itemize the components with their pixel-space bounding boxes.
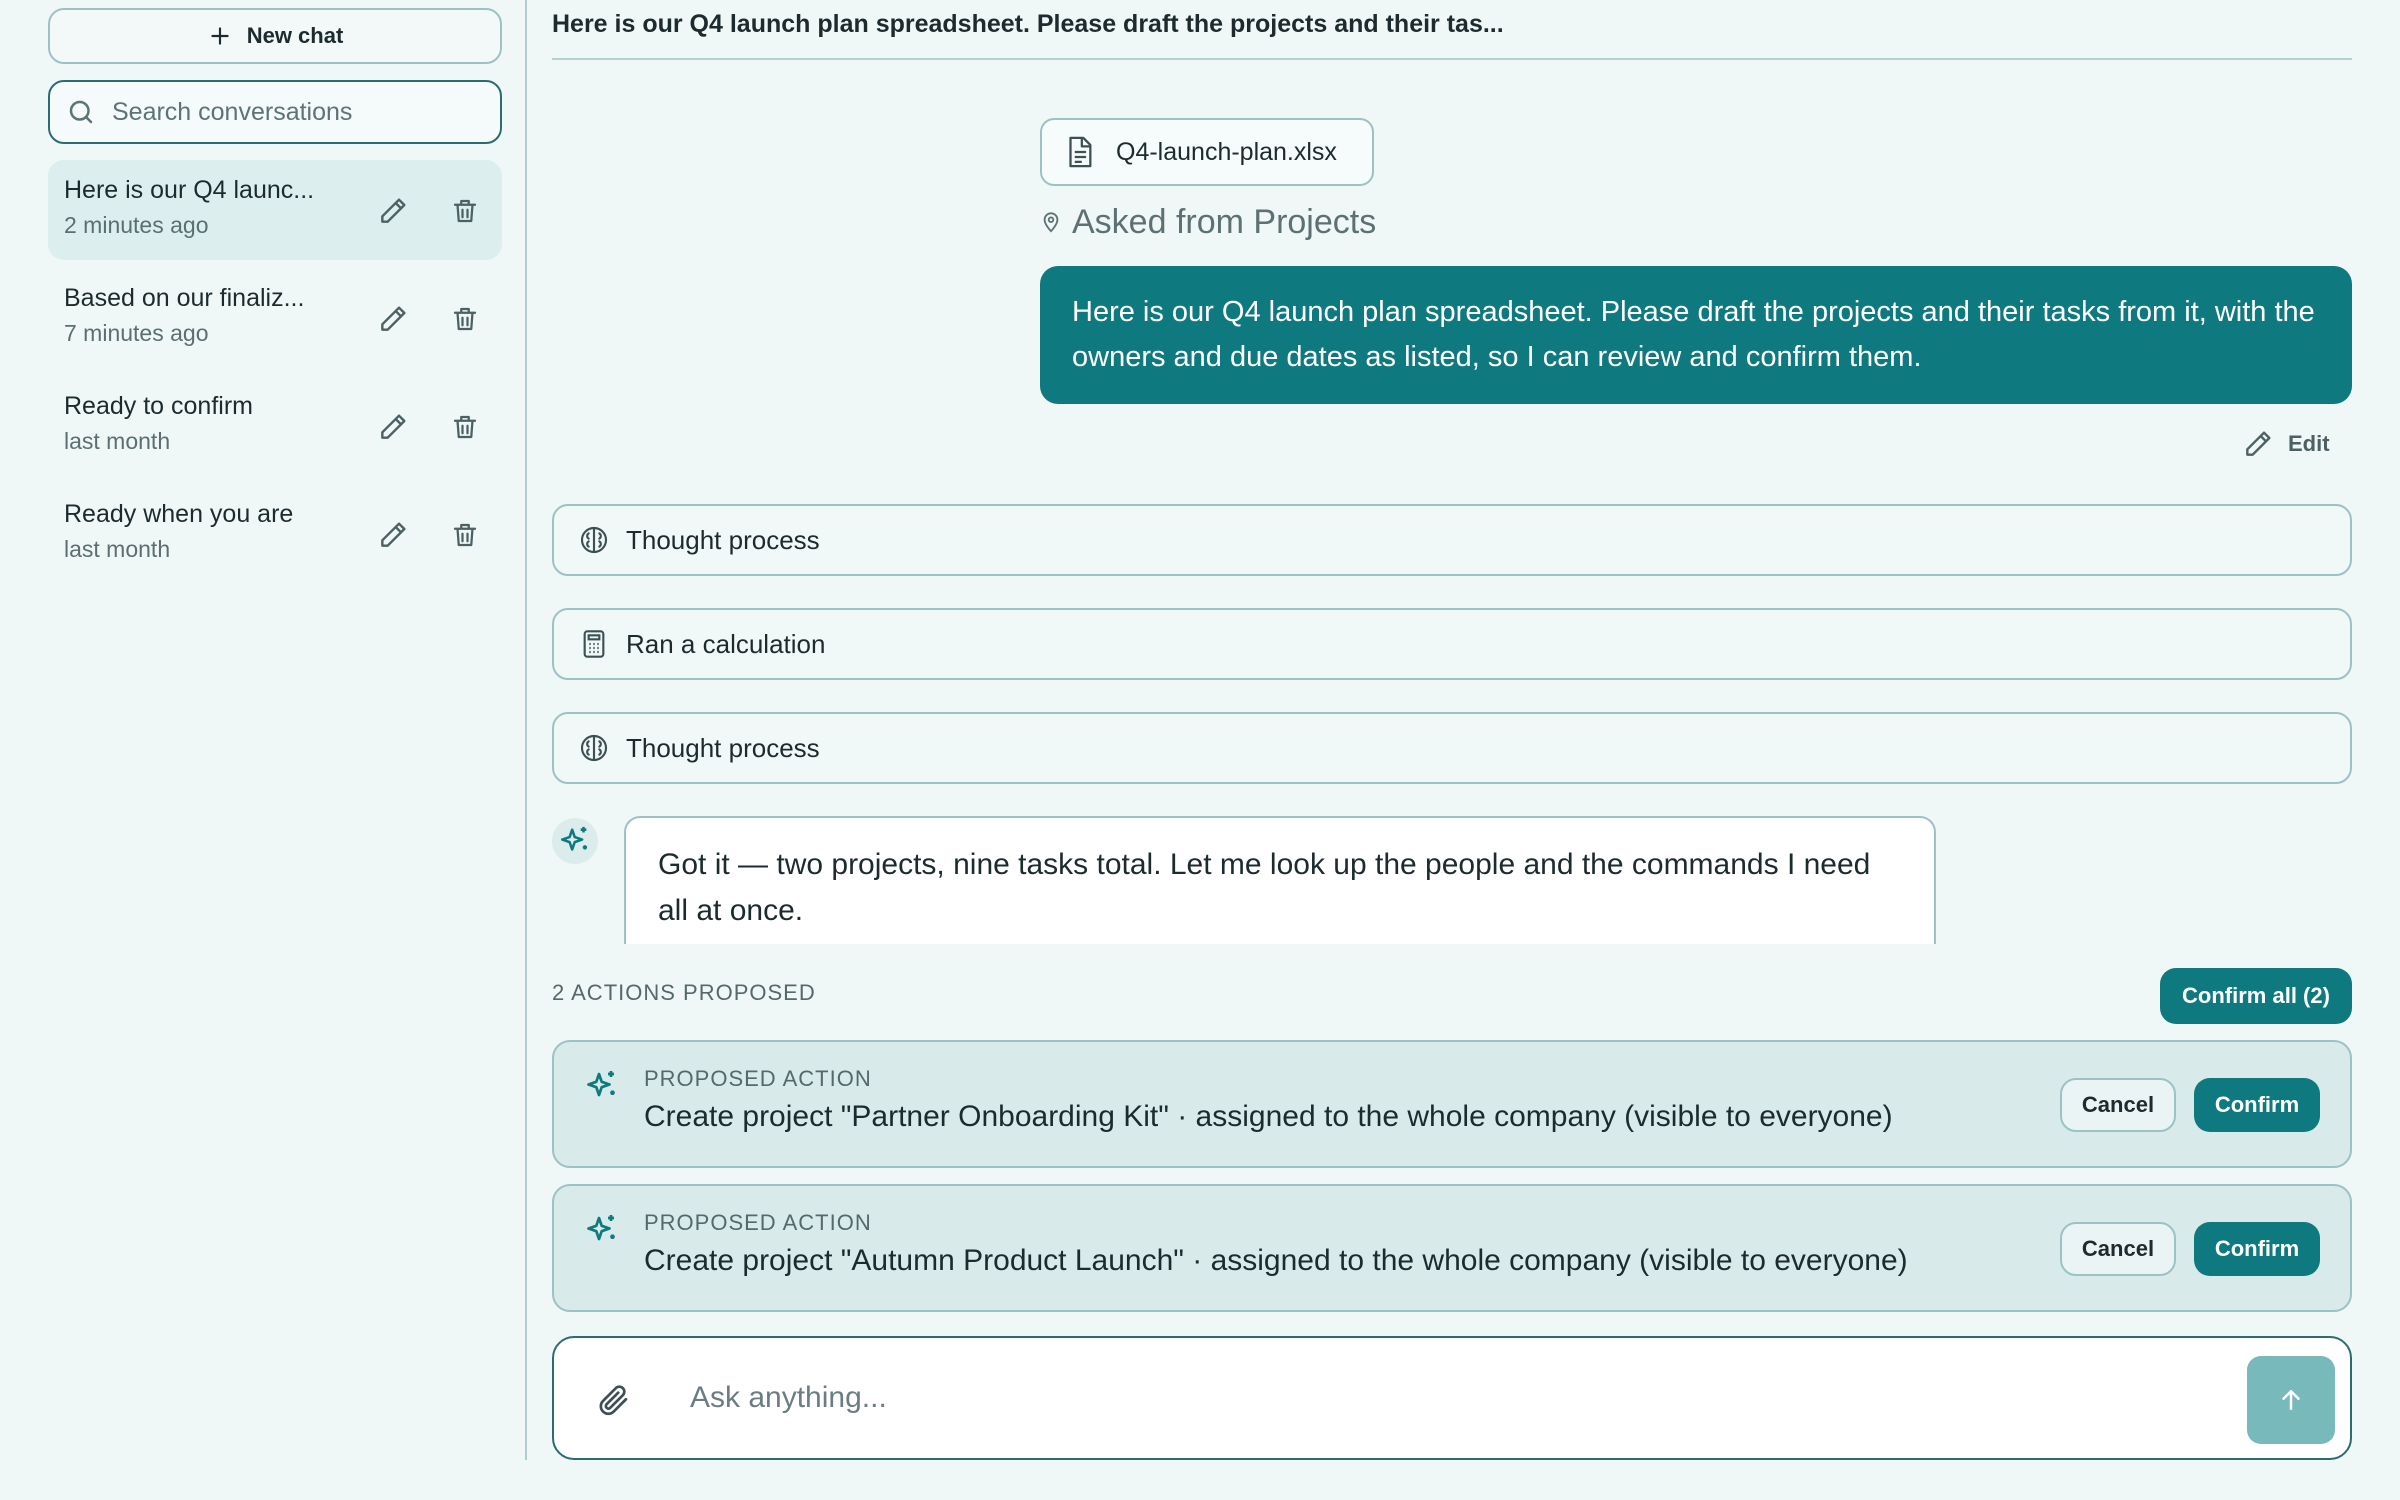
action-kicker: PROPOSED ACTION: [644, 1066, 872, 1091]
sidebar: New chat Here is our Q4 launc... 2 minut…: [0, 0, 527, 1460]
conversation-list: Here is our Q4 launc... 2 minutes ago Ba…: [48, 160, 502, 592]
chat-title: Here is our Q4 launch plan spreadsheet. …: [552, 8, 2352, 60]
conversation-title: Here is our Q4 launc...: [64, 176, 315, 204]
thought-process-step[interactable]: Thought process: [552, 712, 2352, 784]
step-label: Thought process: [626, 524, 820, 555]
action-description: Create project "Partner Onboarding Kit" …: [644, 1100, 1893, 1133]
conversation-item[interactable]: Ready when you are last month: [48, 484, 502, 584]
conversation-item[interactable]: Ready to confirm last month: [48, 376, 502, 476]
pencil-icon: [2242, 428, 2274, 460]
delete-conversation-button[interactable]: [446, 408, 484, 446]
sparkle-icon: [584, 1212, 620, 1248]
pencil-icon: [381, 414, 406, 439]
rename-conversation-button[interactable]: [374, 300, 412, 338]
proposed-action-card: PROPOSED ACTION Create project "Partner …: [552, 1040, 2352, 1168]
brain-icon: [578, 732, 610, 764]
pencil-icon: [381, 522, 406, 547]
trash-icon: [453, 415, 477, 439]
sparkle-icon: [584, 1068, 620, 1104]
trash-icon: [453, 523, 477, 547]
attachment-chip[interactable]: Q4-launch-plan.xlsx: [1040, 118, 1374, 186]
search-box[interactable]: [48, 80, 502, 144]
thought-process-step[interactable]: Thought process: [552, 504, 2352, 576]
cancel-button[interactable]: Cancel: [2060, 1078, 2176, 1132]
delete-conversation-button[interactable]: [446, 192, 484, 230]
action-description: Create project "Autumn Product Launch" ·…: [644, 1244, 1908, 1277]
conversation-item[interactable]: Based on our finaliz... 7 minutes ago: [48, 268, 502, 368]
paperclip-icon: [599, 1385, 628, 1416]
calculation-step[interactable]: Ran a calculation: [552, 608, 2352, 680]
calculator-icon: [578, 628, 610, 660]
conversation-time: last month: [64, 428, 171, 454]
step-label: Ran a calculation: [626, 628, 826, 659]
assistant-message: Got it — two projects, nine tasks total.…: [624, 816, 1936, 944]
attachment-name: Q4-launch-plan.xlsx: [1116, 137, 1337, 166]
brain-icon: [578, 524, 610, 556]
user-message: Here is our Q4 launch plan spreadsheet. …: [1040, 266, 2352, 404]
file-icon: [1062, 133, 1096, 171]
search-input[interactable]: [112, 97, 472, 127]
confirm-button[interactable]: Confirm: [2194, 1222, 2320, 1276]
step-label: Thought process: [626, 732, 820, 763]
asked-from-context: Asked from Projects: [1040, 200, 1376, 244]
location-pin-icon: [1040, 209, 1062, 235]
chat-main: Here is our Q4 launch plan spreadsheet. …: [552, 0, 2352, 1500]
rename-conversation-button[interactable]: [374, 408, 412, 446]
action-kicker: PROPOSED ACTION: [644, 1210, 872, 1235]
pencil-icon: [381, 306, 406, 331]
send-button[interactable]: [2247, 1356, 2335, 1444]
confirm-all-button[interactable]: Confirm all (2): [2160, 968, 2352, 1024]
conversation-item[interactable]: Here is our Q4 launc... 2 minutes ago: [48, 160, 502, 260]
rename-conversation-button[interactable]: [374, 516, 412, 554]
plus-icon: [207, 23, 233, 49]
arrow-up-icon: [2282, 1390, 2300, 1410]
confirm-button[interactable]: Confirm: [2194, 1078, 2320, 1132]
conversation-time: 2 minutes ago: [64, 212, 209, 238]
new-chat-button[interactable]: New chat: [48, 8, 502, 64]
trash-icon: [453, 307, 477, 331]
conversation-time: 7 minutes ago: [64, 320, 209, 346]
rename-conversation-button[interactable]: [374, 192, 412, 230]
trash-icon: [453, 199, 477, 223]
cancel-button[interactable]: Cancel: [2060, 1222, 2176, 1276]
edit-message-button[interactable]: Edit: [2242, 424, 2330, 464]
message-composer: [552, 1336, 2352, 1460]
asked-from-label: Asked from Projects: [1072, 202, 1377, 241]
assistant-avatar: [552, 818, 598, 864]
delete-conversation-button[interactable]: [446, 300, 484, 338]
new-chat-label: New chat: [246, 23, 344, 48]
attach-file-button[interactable]: [594, 1380, 634, 1420]
proposed-action-card: PROPOSED ACTION Create project "Autumn P…: [552, 1184, 2352, 1312]
pencil-icon: [381, 198, 406, 223]
conversation-time: last month: [64, 536, 171, 562]
actions-header: 2 ACTIONS PROPOSED: [552, 980, 816, 1005]
conversation-title: Ready to confirm: [64, 392, 253, 420]
message-input[interactable]: [690, 1370, 2190, 1426]
delete-conversation-button[interactable]: [446, 516, 484, 554]
search-icon: [66, 97, 96, 127]
conversation-title: Based on our finaliz...: [64, 284, 305, 312]
edit-label: Edit: [2288, 431, 2330, 456]
sparkle-icon: [560, 826, 588, 851]
conversation-title: Ready when you are: [64, 500, 294, 528]
